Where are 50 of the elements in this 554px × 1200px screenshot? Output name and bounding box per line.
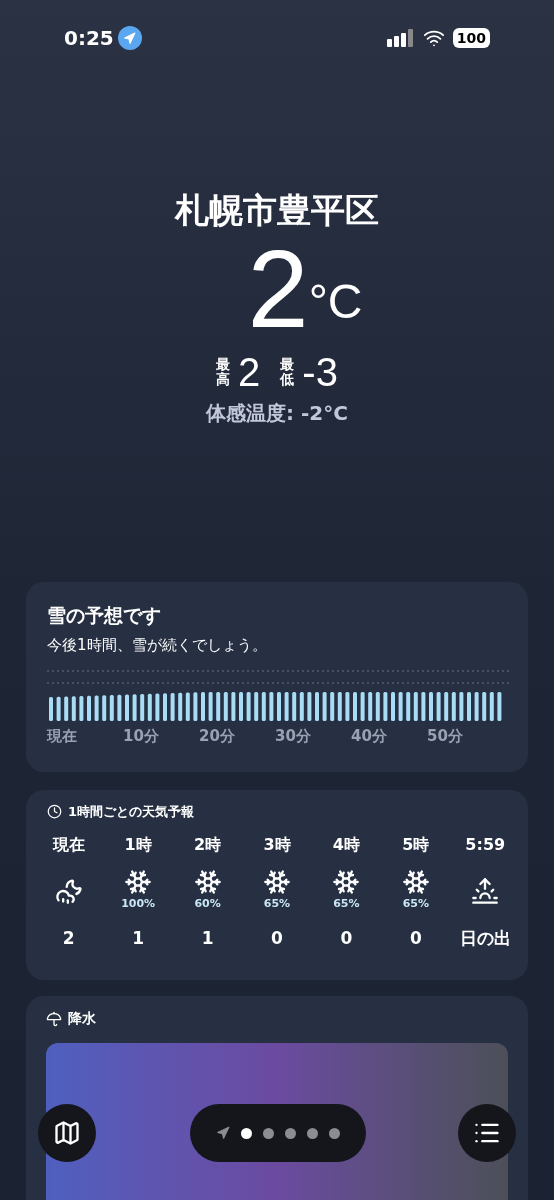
hour-label: 4時 bbox=[332, 833, 360, 856]
snowflake-icon bbox=[193, 868, 222, 897]
high-temperature: 2 bbox=[238, 350, 261, 394]
high-label: 最高 bbox=[216, 356, 231, 388]
precipitation-chance: 60% bbox=[194, 896, 221, 913]
feels-like-temperature: 体感温度: -2°C bbox=[206, 400, 348, 427]
card-title: 1時間ごとの天気予報 bbox=[68, 803, 195, 821]
card-subtitle: 今後1時間、雪が続くでしょう。 bbox=[47, 635, 268, 656]
signal-icon bbox=[386, 29, 415, 47]
precipitation-chance: 65% bbox=[263, 896, 291, 913]
hour-temperature: 0 bbox=[409, 926, 422, 950]
clock-icon bbox=[47, 804, 62, 820]
time-axis-label: 現在 bbox=[47, 725, 78, 747]
hour-label: 2時 bbox=[194, 833, 222, 856]
hour-label: 3時 bbox=[263, 833, 291, 856]
temperature-unit: °C bbox=[308, 278, 363, 326]
precipitation-chance: 65% bbox=[402, 896, 429, 913]
hour-temperature: 2 bbox=[62, 926, 75, 950]
hour-temperature: 0 bbox=[271, 926, 283, 950]
time-axis-label: 20分 bbox=[199, 725, 236, 747]
battery-indicator: 100 bbox=[452, 28, 490, 48]
time-axis-label: 30分 bbox=[275, 725, 312, 747]
precipitation-chance: 100% bbox=[121, 896, 156, 913]
hour-label: 現在 bbox=[52, 833, 85, 856]
time-axis-label: 50分 bbox=[427, 725, 464, 747]
time-axis-label: 10分 bbox=[123, 725, 160, 747]
low-label: 最低 bbox=[280, 356, 295, 388]
location-arrow-icon[interactable] bbox=[216, 1126, 230, 1140]
status-time: 0:25 bbox=[64, 25, 114, 52]
umbrella-icon bbox=[46, 1010, 62, 1027]
hour-temperature: 1 bbox=[201, 926, 214, 950]
precipitation-chance: 65% bbox=[333, 896, 360, 913]
hour-temperature: 0 bbox=[340, 926, 353, 950]
hour-label: 5時 bbox=[402, 833, 430, 856]
low-temperature: -3 bbox=[302, 350, 338, 394]
hour-label: 1時 bbox=[124, 833, 152, 856]
card-title: 降水 bbox=[68, 1009, 96, 1028]
city-name: 札幌市豊平区 bbox=[175, 189, 379, 232]
snowflake-icon bbox=[262, 868, 291, 897]
hour-temperature: 1 bbox=[132, 926, 145, 950]
current-temperature: 2 bbox=[247, 234, 309, 344]
card-title: 雪の予想です bbox=[47, 603, 162, 628]
time-axis-label: 40分 bbox=[351, 725, 388, 747]
snowflake-icon bbox=[124, 868, 153, 897]
map-icon bbox=[53, 1119, 81, 1147]
sunrise-icon bbox=[471, 876, 500, 905]
snowflake-icon bbox=[332, 868, 361, 897]
snowflake-icon bbox=[401, 868, 430, 897]
hour-label: 5:59 bbox=[465, 833, 506, 856]
hour-temperature: 日の出 bbox=[459, 926, 511, 950]
